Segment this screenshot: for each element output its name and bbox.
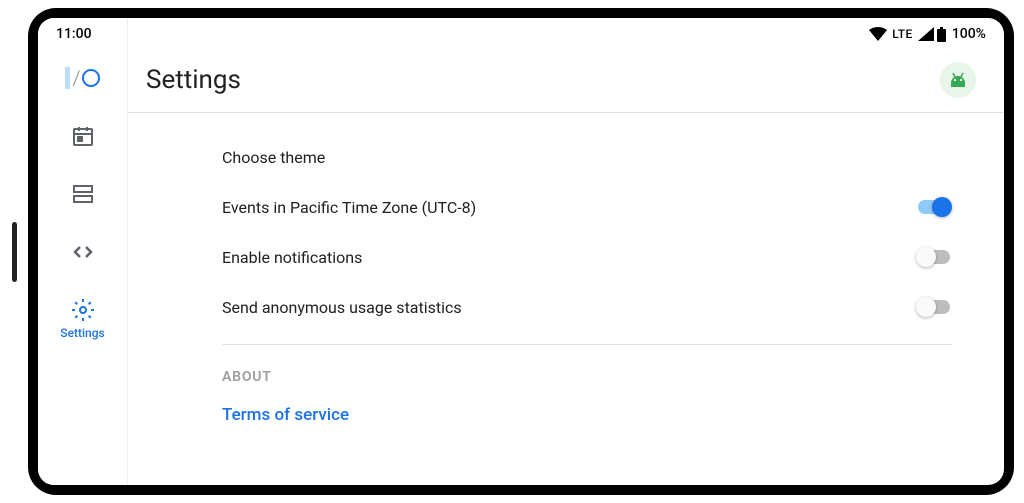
status-indicators: LTE 100%: [869, 26, 986, 42]
android-avatar-icon: [943, 65, 973, 95]
setting-usage-stats[interactable]: Send anonymous usage statistics: [222, 282, 952, 332]
setting-timezone[interactable]: Events in Pacific Time Zone (UTC-8): [222, 182, 952, 232]
sidebar: / Settings: [38, 18, 128, 485]
calendar-icon: [71, 124, 95, 148]
nav-settings[interactable]: Settings: [60, 298, 104, 340]
notifications-toggle[interactable]: [916, 247, 952, 267]
avatar[interactable]: [940, 62, 976, 98]
about-section-label: ABOUT: [222, 345, 952, 393]
setting-label: Enable notifications: [222, 248, 362, 267]
terms-of-service-link[interactable]: Terms of service: [222, 393, 952, 437]
setting-label: Events in Pacific Time Zone (UTC-8): [222, 198, 476, 217]
usage-stats-toggle[interactable]: [916, 297, 952, 317]
network-label: LTE: [892, 27, 913, 41]
battery-icon: [937, 27, 946, 42]
settings-list: Choose theme Events in Pacific Time Zone…: [128, 113, 1004, 485]
nav-settings-label: Settings: [60, 326, 104, 340]
gear-icon: [71, 298, 95, 322]
header: Settings: [128, 54, 1004, 113]
nav-codelabs[interactable]: [71, 240, 95, 264]
status-time: 11:00: [56, 26, 92, 42]
nav-feed[interactable]: [71, 182, 95, 206]
nav-schedule[interactable]: [71, 124, 95, 148]
status-bar: 11:00 LTE 100%: [38, 18, 1004, 50]
feed-icon: [71, 182, 95, 206]
setting-notifications[interactable]: Enable notifications: [222, 232, 952, 282]
code-icon: [71, 240, 95, 264]
setting-label: Send anonymous usage statistics: [222, 298, 462, 317]
page-title: Settings: [146, 65, 241, 95]
setting-choose-theme[interactable]: Choose theme: [222, 133, 952, 182]
wifi-icon: [869, 27, 887, 41]
signal-icon: [918, 27, 934, 41]
setting-label: Choose theme: [222, 148, 325, 167]
io-logo[interactable]: /: [65, 66, 101, 90]
battery-label: 100%: [952, 26, 986, 42]
main-content: Settings Choose theme Events in Pacific …: [128, 18, 1004, 485]
timezone-toggle[interactable]: [916, 197, 952, 217]
